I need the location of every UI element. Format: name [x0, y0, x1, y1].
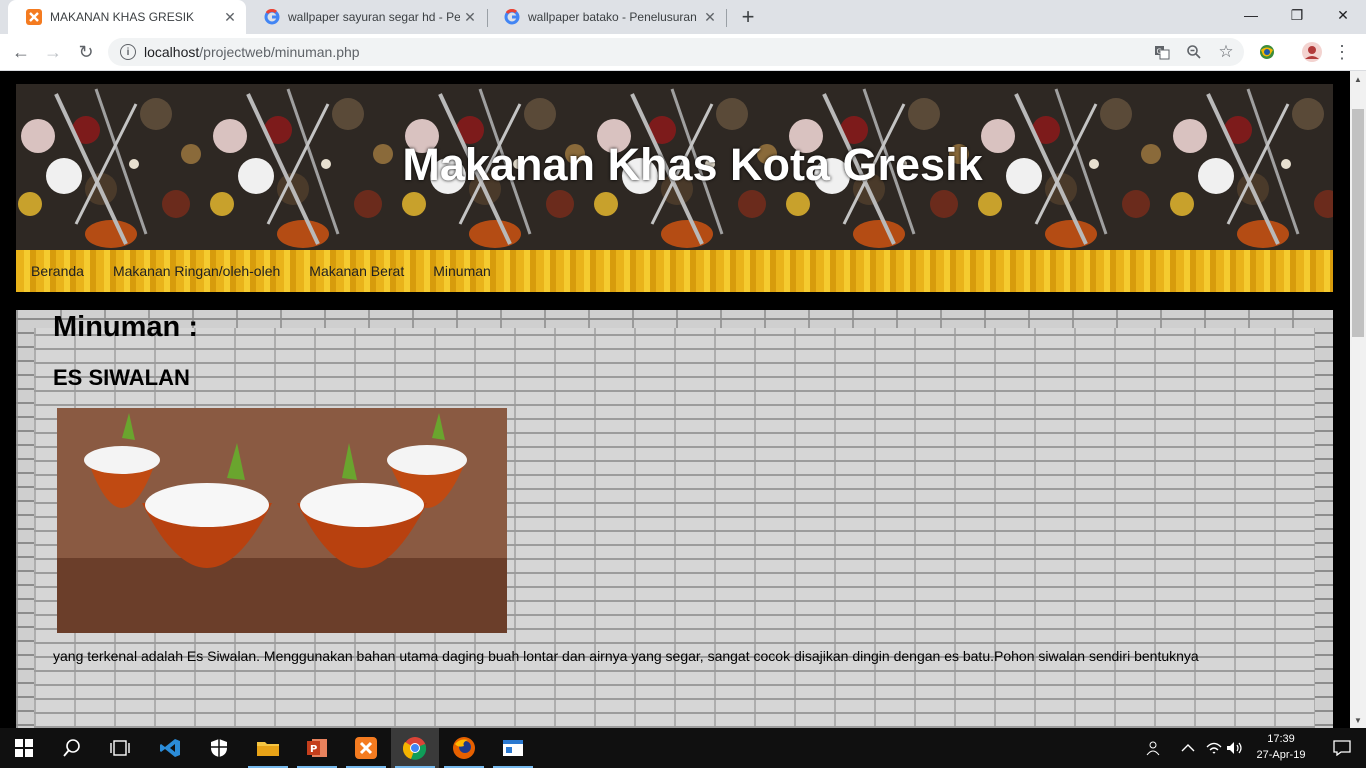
xampp-taskbar-icon[interactable] [342, 728, 390, 768]
google-icon [264, 9, 280, 25]
chevron-up-icon[interactable] [1176, 728, 1200, 768]
chrome-icon[interactable] [391, 728, 439, 768]
profile-avatar[interactable] [1301, 41, 1323, 63]
taskbar-clock[interactable]: 17:39 27-Apr-19 [1250, 731, 1312, 763]
windows-taskbar: P 17:39 27-Apr-19 [0, 728, 1366, 768]
tab-title: MAKANAN KHAS GRESIK [50, 10, 195, 24]
item-title: ES SIWALAN [53, 365, 190, 390]
browser-toolbar: ← → ↻ i localhost/projectweb/minuman.php… [0, 34, 1366, 71]
tab-makanan-khas-gresik[interactable]: MAKANAN KHAS GRESIK ✕ [8, 0, 246, 34]
extension-icon[interactable] [1256, 41, 1278, 63]
tab-wallpaper-batako[interactable]: wallpaper batako - Penelusuran G ✕ [486, 0, 726, 34]
powerpoint-icon[interactable]: P [293, 728, 341, 768]
bookmark-star-icon[interactable]: ☆ [1217, 42, 1235, 61]
section-title: Minuman : [53, 311, 198, 343]
scroll-up-arrow[interactable]: ▲ [1350, 71, 1366, 87]
close-tab-icon[interactable]: ✕ [700, 7, 720, 27]
tab-strip: MAKANAN KHAS GRESIK ✕ wallpaper sayuran … [0, 0, 1366, 34]
close-tab-icon[interactable]: ✕ [220, 7, 240, 27]
url-path: /projectweb/minuman.php [199, 44, 360, 60]
new-tab-button[interactable]: + [736, 4, 760, 29]
wifi-icon[interactable] [1204, 728, 1224, 768]
minimize-button[interactable]: — [1228, 0, 1274, 30]
main-nav: Beranda Makanan Ringan/oleh-oleh Makanan… [16, 250, 1333, 292]
xampp-icon [26, 9, 42, 25]
nav-makanan-ringan[interactable]: Makanan Ringan/oleh-oleh [113, 263, 280, 279]
security-shield-icon[interactable] [195, 728, 243, 768]
back-button[interactable]: ← [7, 38, 35, 66]
clock-date: 27-Apr-19 [1256, 749, 1306, 761]
restore-button[interactable]: ❐ [1274, 0, 1320, 30]
window-app-icon[interactable] [489, 728, 537, 768]
item-description: yang terkenal adalah Es Siwalan. Menggun… [53, 648, 1199, 664]
zoom-icon[interactable] [1185, 43, 1203, 61]
tab-wallpaper-sayuran[interactable]: wallpaper sayuran segar hd - Pen ✕ [246, 0, 486, 34]
close-window-button[interactable]: ✕ [1320, 0, 1366, 30]
reload-button[interactable]: ↻ [72, 38, 100, 66]
forward-button[interactable]: → [39, 38, 67, 66]
nav-makanan-berat[interactable]: Makanan Berat [309, 263, 404, 279]
tab-title: wallpaper batako - Penelusuran G [528, 10, 700, 24]
task-view-icon[interactable] [96, 728, 144, 768]
google-icon [504, 9, 520, 25]
svg-text:G: G [1157, 48, 1162, 56]
start-button[interactable] [0, 728, 48, 768]
clock-time: 17:39 [1267, 733, 1295, 745]
close-tab-icon[interactable]: ✕ [460, 7, 480, 27]
url-host: localhost [144, 44, 200, 60]
tab-separator [726, 9, 727, 27]
es-siwalan-photo [57, 408, 507, 633]
translate-icon[interactable]: G [1153, 43, 1171, 61]
people-icon[interactable] [1140, 728, 1168, 768]
page-scrollbar[interactable]: ▲ ▼ [1350, 71, 1366, 728]
nav-beranda[interactable]: Beranda [31, 263, 84, 279]
search-icon[interactable] [48, 728, 96, 768]
file-explorer-icon[interactable] [244, 728, 292, 768]
volume-icon[interactable] [1224, 728, 1246, 768]
vscode-icon[interactable] [146, 728, 194, 768]
scroll-down-arrow[interactable]: ▼ [1350, 712, 1366, 728]
notification-icon[interactable] [1318, 728, 1366, 768]
site-header: Makanan Khas Kota Gresik [16, 84, 1333, 250]
info-icon[interactable]: i [120, 44, 136, 60]
address-bar[interactable]: i localhost/projectweb/minuman.php G ☆ [108, 38, 1244, 66]
svg-text:P: P [310, 744, 317, 755]
site-title: Makanan Khas Kota Gresik [402, 139, 983, 190]
tab-title: wallpaper sayuran segar hd - Pen [288, 10, 460, 24]
nav-minuman[interactable]: Minuman [433, 263, 491, 279]
windows-logo-icon [15, 739, 33, 757]
scroll-thumb[interactable] [1352, 109, 1364, 337]
firefox-icon[interactable] [440, 728, 488, 768]
menu-kebab-icon[interactable]: ⋮ [1331, 41, 1353, 63]
